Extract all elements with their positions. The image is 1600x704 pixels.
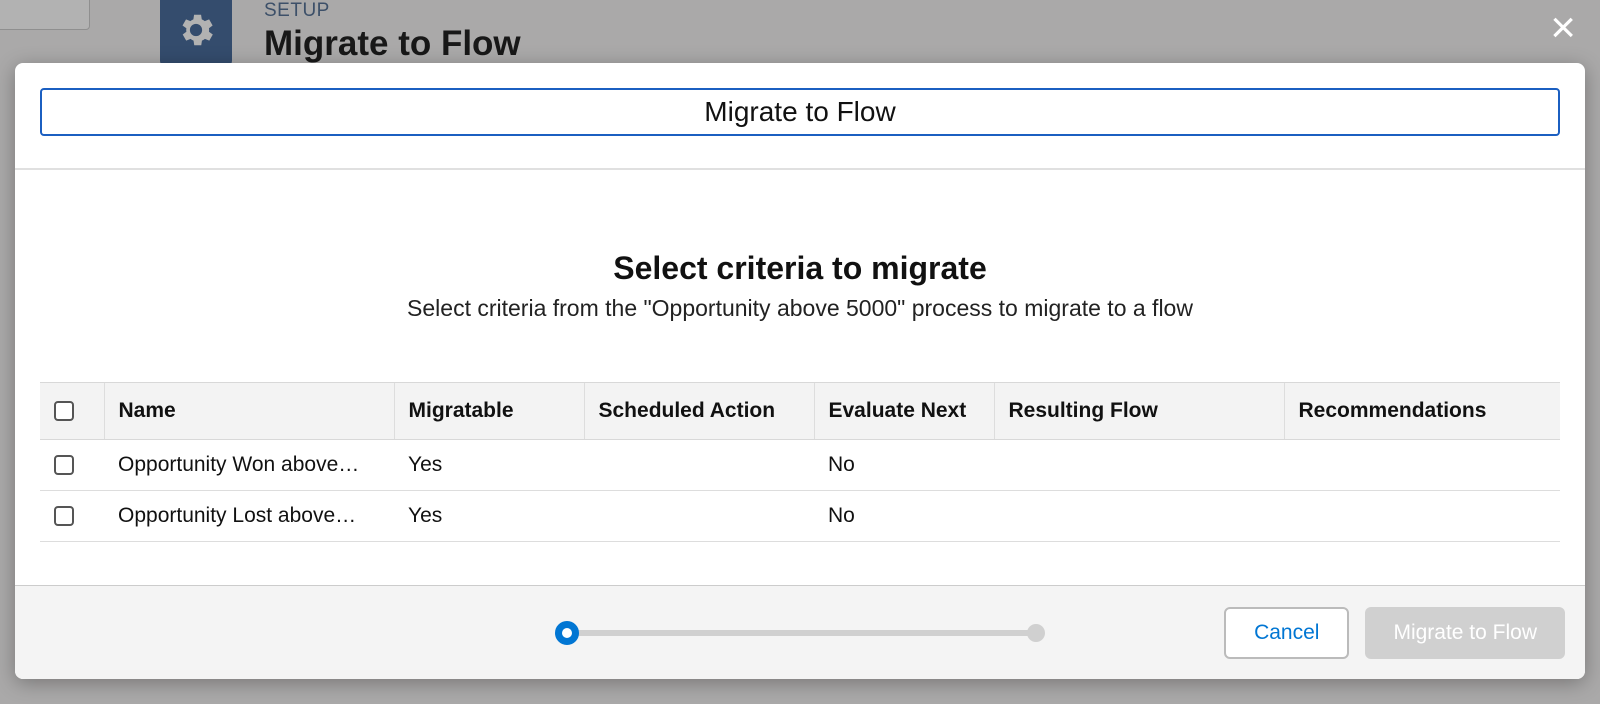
cell-evaluate: No	[814, 440, 994, 491]
select-all-checkbox[interactable]	[54, 401, 74, 421]
modal-header: Migrate to Flow	[15, 63, 1585, 170]
modal-body: Select criteria to migrate Select criter…	[15, 170, 1585, 585]
gear-icon	[160, 0, 232, 66]
cell-scheduled	[584, 491, 814, 542]
table-header-row: Name Migratable Scheduled Action Evaluat…	[40, 383, 1560, 440]
progress-line	[576, 630, 1030, 636]
col-recs-header: Recommendations	[1284, 383, 1560, 440]
section-subheading: Select criteria from the "Opportunity ab…	[40, 295, 1560, 322]
col-resulting-header: Resulting Flow	[994, 383, 1284, 440]
col-name-header: Name	[104, 383, 394, 440]
criteria-table: Name Migratable Scheduled Action Evaluat…	[40, 382, 1560, 542]
cell-scheduled	[584, 440, 814, 491]
row-checkbox[interactable]	[54, 506, 74, 526]
col-evaluate-header: Evaluate Next	[814, 383, 994, 440]
cell-name: Opportunity Won above…	[104, 440, 394, 491]
close-icon[interactable]: ×	[1550, 6, 1576, 50]
cell-recs	[1284, 440, 1560, 491]
cell-migratable: Yes	[394, 440, 584, 491]
migrate-button[interactable]: Migrate to Flow	[1365, 607, 1565, 659]
page-title: Migrate to Flow	[264, 24, 521, 64]
modal-footer: Cancel Migrate to Flow	[15, 585, 1585, 679]
cancel-button[interactable]: Cancel	[1224, 607, 1349, 659]
col-scheduled-header: Scheduled Action	[584, 383, 814, 440]
section-heading: Select criteria to migrate	[40, 250, 1560, 287]
col-migratable-header: Migratable	[394, 383, 584, 440]
cell-recs	[1284, 491, 1560, 542]
cell-name: Opportunity Lost above…	[104, 491, 394, 542]
cell-resulting	[994, 491, 1284, 542]
table-row: Opportunity Won above… Yes No	[40, 440, 1560, 491]
progress-indicator	[555, 621, 1045, 645]
modal-title: Migrate to Flow	[40, 88, 1560, 136]
bg-card	[0, 0, 90, 30]
cell-evaluate: No	[814, 491, 994, 542]
row-checkbox[interactable]	[54, 455, 74, 475]
table-row: Opportunity Lost above… Yes No	[40, 491, 1560, 542]
cell-migratable: Yes	[394, 491, 584, 542]
progress-step-next	[1027, 624, 1045, 642]
progress-step-current	[555, 621, 579, 645]
cell-resulting	[994, 440, 1284, 491]
migrate-modal: Migrate to Flow Select criteria to migra…	[15, 63, 1585, 679]
setup-label: SETUP	[264, 0, 330, 22]
